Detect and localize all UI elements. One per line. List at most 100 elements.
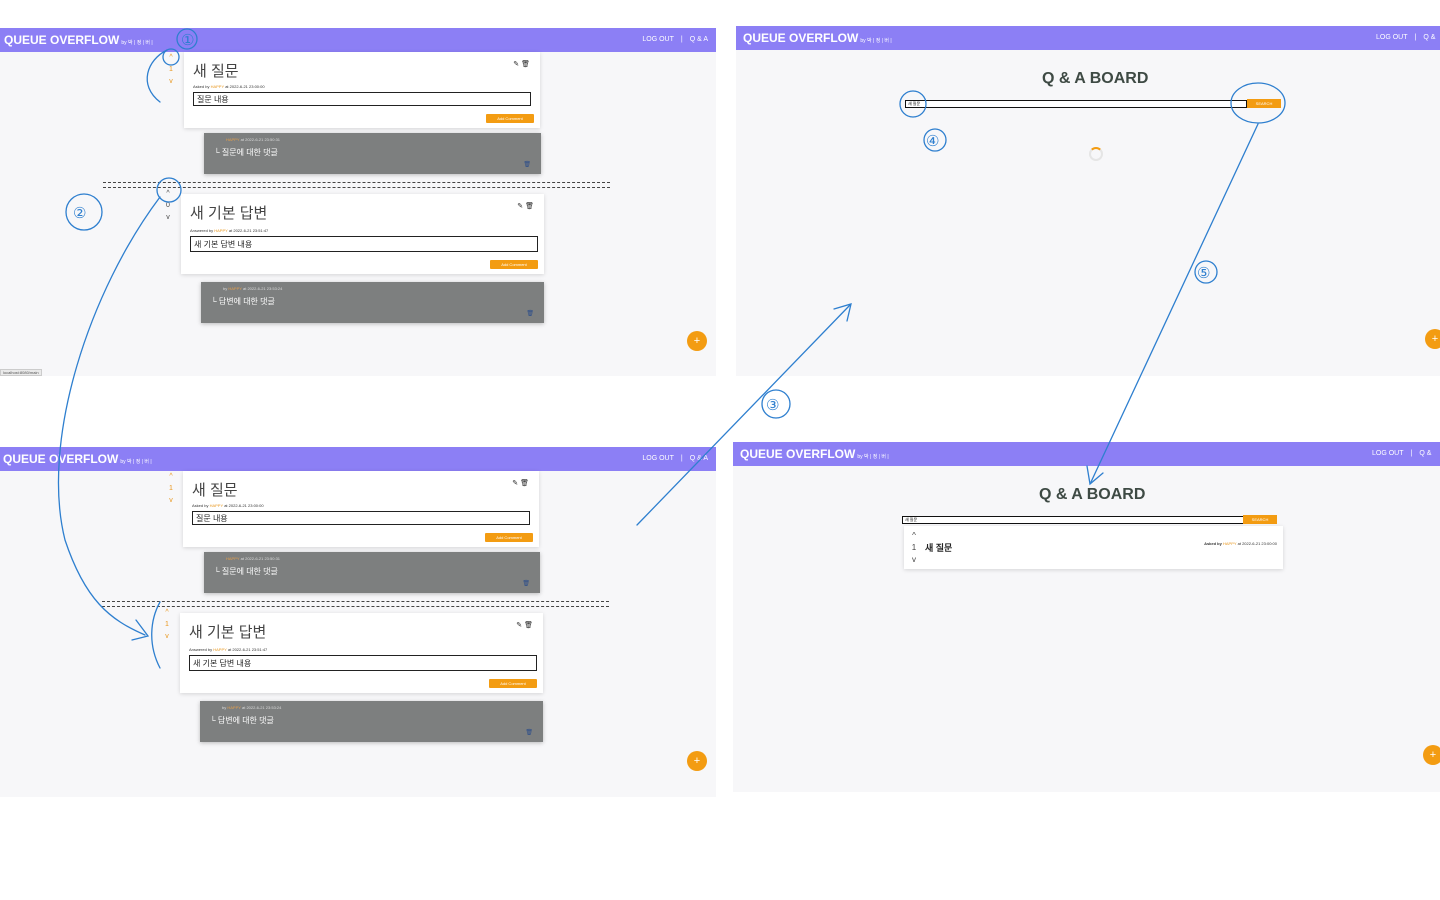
qa-link[interactable]: Q & A [690,455,708,462]
trash-icon[interactable]: 🗑 [520,480,529,487]
comment-text: └ 답변에 대한 댓글 [211,297,275,306]
answer-comment: by HAPPY at 2022-6-21 23:53:24 └ 답변에 대한 … [200,701,543,742]
card-actions: ✎ 🗑 [512,479,529,487]
add-fab-button[interactable]: + [687,751,707,771]
question-card: 새 질문 ✎ 🗑 Asked by HAPPY at 2022-6-21 23:… [183,471,539,547]
add-comment-button[interactable]: Add Comment [486,114,534,123]
upvote-button[interactable]: ^ [163,190,173,202]
top-nav-bar: QUEUE OVERFLOW by 박 | 정 | 버 | LOG OUT | Q & [736,26,1440,50]
question-title: 새 질문 [193,63,239,80]
upvote-button[interactable]: ^ [909,531,919,543]
upvote-button[interactable]: ^ [162,609,172,621]
add-fab-button[interactable]: + [1423,745,1440,765]
logout-link[interactable]: LOG OUT [1372,450,1404,457]
brand-logo[interactable]: QUEUE OVERFLOW by 박 | 정 | 버 | [740,447,889,461]
panel-question-detail-before: QUEUE OVERFLOW by 박 | 정 | 버 | LOG OUT | Q &… [0,28,716,376]
downvote-button[interactable]: v [909,555,919,567]
edit-icon[interactable]: ✎ [517,203,523,210]
answer-vote: ^ 1 v [162,609,172,645]
downvote-button[interactable]: v [166,78,176,90]
question-vote: ^ 1 v [166,473,176,509]
answer-meta: Answered by HAPPY at 2022-6-21 23:51:47 [189,647,268,652]
comment-meta: by HAPPY at 2022-6-21 23:53:24 [223,286,283,291]
card-actions: ✎ 🗑 [517,202,534,210]
upvote-button[interactable]: ^ [166,54,176,66]
add-comment-button[interactable]: Add Comment [490,260,538,269]
brand-logo[interactable]: QUEUE OVERFLOW by 박 | 정 | 버 | [4,33,153,47]
nav-links: LOG OUT | Q & [1376,34,1436,41]
search-button[interactable]: SEARCH [1247,99,1281,108]
brand-logo[interactable]: QUEUE OVERFLOW by 박 | 정 | 버 | [3,452,152,466]
result-meta: Asked by HAPPY at 2022-6-21 23:00:00 [1204,541,1277,546]
answer-body: 새 기본 답변 내용 [190,236,538,252]
add-fab-button[interactable]: + [1425,329,1440,349]
question-card: 새 질문 ✎ 🗑 Asked by HAPPY at 2022-6-21 23:… [184,52,540,128]
panel-board-results: QUEUE OVERFLOW by 박 | 정 | 버 | LOG OUT | Q &… [733,442,1440,792]
vote-score: 0 [166,202,170,209]
add-fab-button[interactable]: + [687,331,707,351]
nav-links: LOG OUT | Q & [1372,450,1432,457]
search-button[interactable]: SEARCH [1243,515,1277,524]
answer-comment: by HAPPY at 2022-6-21 23:53:24 └ 답변에 대한 … [201,282,544,323]
top-nav-bar: QUEUE OVERFLOW by 박 | 정 | 버 | LOG OUT | Q &… [0,28,716,52]
panel-question-detail-after: QUEUE OVERFLOW by 박 | 정 | 버 | LOG OUT | Q &… [0,447,716,797]
comment-meta: HAPPY at 2022-6-21 23:50:31 [226,556,281,561]
answer-divider [103,182,610,188]
top-nav-bar: QUEUE OVERFLOW by 박 | 정 | 버 | LOG OUT | Q &… [0,447,716,471]
qa-link[interactable]: Q & [1423,34,1435,41]
trash-icon[interactable]: 🗑 [522,580,530,587]
question-title: 새 질문 [192,482,238,499]
loading-spinner-icon [1089,147,1103,161]
question-comment: HAPPY at 2022-6-21 23:50:31 └ 질문에 대한 댓글 … [204,552,540,593]
brand-logo[interactable]: QUEUE OVERFLOW by 박 | 정 | 버 | [743,31,892,45]
answer-meta: Answered by HAPPY at 2022-6-21 23:51:47 [190,228,269,233]
trash-icon[interactable]: 🗑 [525,203,534,210]
url-status-bar: localhost:8080/main [0,369,42,376]
vote-score: 1 [165,621,169,628]
logout-link[interactable]: LOG OUT [642,455,674,462]
question-vote: ^ 1 v [166,54,176,90]
downvote-button[interactable]: v [163,214,173,226]
result-vote: ^ 1 v [909,531,919,567]
answer-title: 새 기본 답변 [189,624,267,641]
trash-icon[interactable]: 🗑 [521,61,530,68]
panel-board-searching: QUEUE OVERFLOW by 박 | 정 | 버 | LOG OUT | Q &… [736,26,1440,376]
question-body: 질문 내용 [192,511,530,525]
answer-card: 새 기본 답변 ✎ 🗑 Answered by HAPPY at 2022-6-… [180,613,543,693]
comment-meta: by HAPPY at 2022-6-21 23:53:24 [222,705,282,710]
card-actions: ✎ 🗑 [516,621,533,629]
edit-icon[interactable]: ✎ [512,480,518,487]
logout-link[interactable]: LOG OUT [1376,34,1408,41]
qa-link[interactable]: Q & [1419,450,1431,457]
answer-body: 새 기본 답변 내용 [189,655,537,671]
trash-icon[interactable]: 🗑 [523,161,531,168]
question-comment: HAPPY at 2022-6-21 23:50:31 └ 질문에 대한 댓글 … [204,133,541,174]
vote-score: 1 [169,66,173,73]
comment-text: └ 질문에 대한 댓글 [214,567,278,576]
comment-text: └ 답변에 대한 댓글 [210,716,274,725]
add-comment-button[interactable]: Add Comment [485,533,533,542]
trash-icon[interactable]: 🗑 [525,729,533,736]
edit-icon[interactable]: ✎ [516,622,522,629]
answer-title: 새 기본 답변 [190,205,268,222]
comment-text: └ 질문에 대한 댓글 [214,148,278,157]
trash-icon[interactable]: 🗑 [526,310,534,317]
add-comment-button[interactable]: Add Comment [489,679,537,688]
upvote-button[interactable]: ^ [166,473,176,485]
search-input[interactable]: 새 질문 [905,100,1247,108]
downvote-button[interactable]: v [166,497,176,509]
logout-link[interactable]: LOG OUT [642,36,674,43]
answer-divider [102,601,609,607]
qa-link[interactable]: Q & A [690,36,708,43]
result-title[interactable]: 새 질문 [925,541,952,554]
top-nav-bar: QUEUE OVERFLOW by 박 | 정 | 버 | LOG OUT | Q & [733,442,1440,466]
downvote-button[interactable]: v [162,633,172,645]
trash-icon[interactable]: 🗑 [524,622,533,629]
nav-links: LOG OUT | Q & A [642,36,708,43]
question-meta: Asked by HAPPY at 2022-6-21 23:00:00 [192,503,264,508]
edit-icon[interactable]: ✎ [513,61,519,68]
search-input[interactable]: 새 질문 [902,516,1244,524]
card-actions: ✎ 🗑 [513,60,530,68]
search-result-item[interactable]: ^ 1 v 새 질문 Asked by HAPPY at 2022-6-21 2… [904,526,1283,569]
comment-meta: HAPPY at 2022-6-21 23:50:31 [226,137,281,142]
